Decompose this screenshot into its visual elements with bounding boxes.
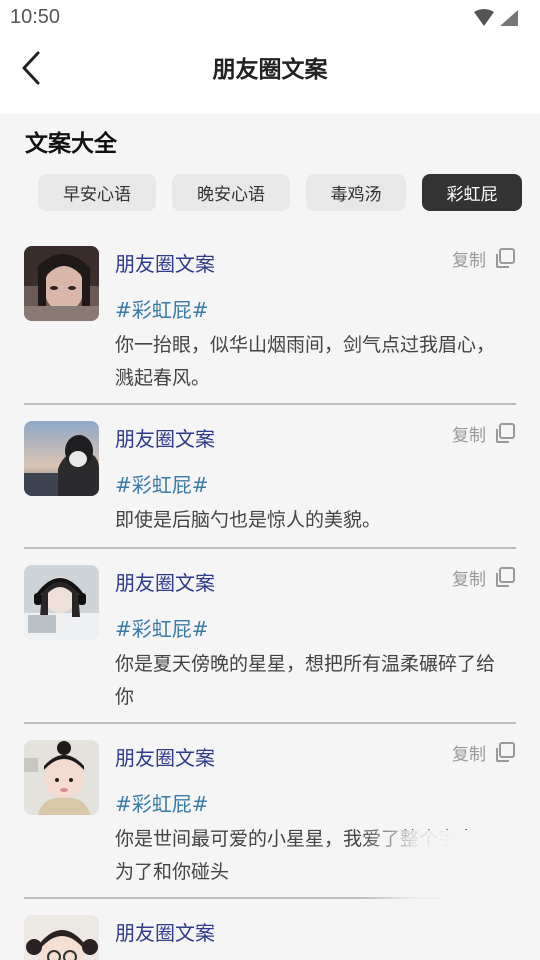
card-text: 即使是后脑勺也是惊人的美貌。 (115, 509, 382, 531)
card-title: 朋友圈文案 (115, 252, 215, 276)
copy-icon (496, 567, 515, 587)
wifi-icon (474, 9, 494, 26)
signal-icons (474, 9, 518, 26)
cellular-icon (500, 10, 518, 26)
list-item: 朋友圈文案 复制 #彩虹屁# 即使是后脑勺也是惊人的美貌。 (0, 405, 540, 549)
copy-icon (496, 742, 515, 762)
page-title: 朋友圈文案 (212, 57, 328, 83)
copy-icon (496, 248, 515, 268)
card-text: 你是世间最可爱的小星星，我爱了整个宇宙只为了和你碰头 (115, 828, 496, 883)
tab-poison-soup[interactable]: 毒鸡汤 (306, 174, 406, 211)
avatar (24, 421, 99, 496)
avatar (24, 740, 99, 815)
copy-label: 复制 (452, 425, 486, 446)
avatar (24, 565, 99, 640)
list-item: 朋友圈文案 (0, 899, 540, 960)
avatar (24, 246, 99, 321)
card-tag: #彩虹屁# (115, 298, 209, 322)
card-title: 朋友圈文案 (115, 921, 215, 945)
card-tag: #彩虹屁# (115, 617, 209, 641)
card-text: 你一抬眼，似华山烟雨间，剑气点过我眉心，溅起春风。 (115, 334, 496, 389)
copy-button[interactable]: 复制 (452, 246, 516, 271)
copy-label: 复制 (452, 250, 486, 271)
card-title: 朋友圈文案 (115, 571, 215, 595)
card-title: 朋友圈文案 (115, 427, 215, 451)
list-item: 朋友圈文案 复制 #彩虹屁# 你是夏天傍晚的星星，想把所有温柔碾碎了给你 (0, 549, 540, 724)
copy-icon (496, 423, 515, 443)
tab-rainbow-fart[interactable]: 彩虹屁 (422, 174, 522, 211)
section-title: 文案大全 (25, 131, 117, 157)
tab-morning[interactable]: 早安心语 (38, 174, 156, 211)
card-title: 朋友圈文案 (115, 746, 215, 770)
avatar (24, 915, 99, 960)
card-text: 你是夏天傍晚的星星，想把所有温柔碾碎了给你 (115, 653, 496, 708)
copy-label: 复制 (452, 569, 486, 590)
nav-bar: 朋友圈文案 (0, 36, 540, 114)
card-tag: #彩虹屁# (115, 473, 209, 497)
tab-night[interactable]: 晚安心语 (172, 174, 290, 211)
copy-button[interactable]: 复制 (452, 740, 516, 765)
list-item: 朋友圈文案 复制 #彩虹屁# 你是世间最可爱的小星星，我爱了整个宇宙只为了和你碰… (0, 724, 540, 899)
status-time: 10:50 (10, 6, 61, 28)
card-tag: #彩虹屁# (115, 792, 209, 816)
list-item: 朋友圈文案 复制 #彩虹屁# 你一抬眼，似华山烟雨间，剑气点过我眉心，溅起春风。 (0, 230, 540, 405)
status-bar: 10:50 (0, 0, 540, 36)
category-tabs: 早安心语 晚安心语 毒鸡汤 彩虹屁 (38, 174, 522, 211)
copy-button[interactable]: 复制 (452, 421, 516, 446)
copy-button[interactable]: 复制 (452, 565, 516, 590)
copy-label: 复制 (452, 744, 486, 765)
